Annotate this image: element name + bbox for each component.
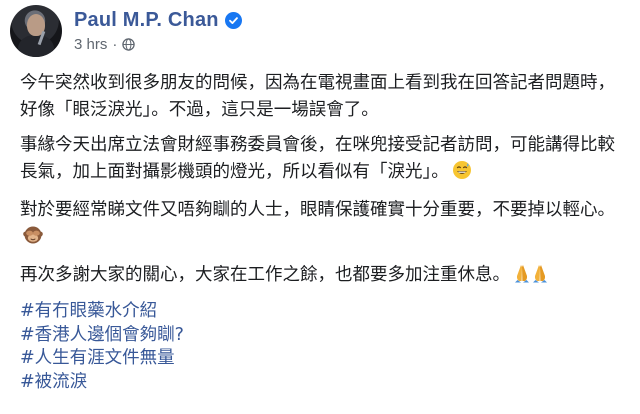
post-time-row: 3 hrs ·	[74, 36, 242, 53]
post-paragraph: 事緣今天出席立法會財經事務委員會後，在咪兜接受記者訪問，可能講得比較長氣，加上面…	[20, 132, 632, 189]
hashtag-link[interactable]: #香港人邊個會夠瞓?	[20, 324, 632, 348]
post-paragraph: 再次多謝大家的關心，大家在工作之餘，也都要多加注重休息。	[20, 262, 632, 292]
verified-badge-icon	[224, 12, 242, 29]
author-avatar[interactable]	[10, 5, 62, 57]
facebook-post: Paul M.P. Chan 3 hrs · 今午突然收到很多朋友的問候，因為在…	[0, 0, 640, 414]
see-no-evil-monkey-emoji	[23, 225, 43, 254]
post-header: Paul M.P. Chan 3 hrs ·	[10, 3, 242, 59]
hashtag-link[interactable]: #人生有涯文件無量	[20, 347, 632, 371]
hashtag-link[interactable]: #有冇眼藥水介紹	[20, 300, 632, 324]
author-name[interactable]: Paul M.P. Chan	[74, 9, 219, 32]
meta-separator: ·	[112, 36, 118, 53]
post-body: 今午突然收到很多朋友的問候，因為在電視畫面上看到我在回答記者問題時，好像「眼泛淚…	[20, 70, 632, 394]
post-meta: Paul M.P. Chan 3 hrs ·	[74, 9, 242, 53]
post-paragraph-text: 再次多謝大家的關心，大家在工作之餘，也都要多加注重休息。	[20, 265, 510, 285]
post-paragraph-text: 今午突然收到很多朋友的問候，因為在電視畫面上看到我在回答記者問題時，好像「眼泛淚…	[20, 73, 615, 120]
globe-icon[interactable]	[122, 38, 136, 51]
folded-hands-emoji	[513, 263, 549, 292]
hashtag-link[interactable]: #被流淚	[20, 371, 632, 395]
post-timestamp[interactable]: 3 hrs	[74, 36, 107, 53]
grinning-sweat-emoji	[452, 160, 472, 189]
avatar-body-shape	[18, 35, 54, 57]
hashtag-list: #有冇眼藥水介紹 #香港人邊個會夠瞓? #人生有涯文件無量 #被流淚	[20, 300, 632, 394]
author-name-row: Paul M.P. Chan	[74, 9, 242, 32]
post-paragraph-text: 對於要經常睇文件又唔夠瞓的人士，眼睛保護確實十分重要，不要掉以輕心。	[20, 200, 615, 220]
post-paragraph: 今午突然收到很多朋友的問候，因為在電視畫面上看到我在回答記者問題時，好像「眼泛淚…	[20, 70, 632, 124]
post-paragraph: 對於要經常睇文件又唔夠瞓的人士，眼睛保護確實十分重要，不要掉以輕心。	[20, 197, 632, 254]
post-paragraph-text: 事緣今天出席立法會財經事務委員會後，在咪兜接受記者訪問，可能講得比較長氣，加上面…	[20, 135, 615, 182]
